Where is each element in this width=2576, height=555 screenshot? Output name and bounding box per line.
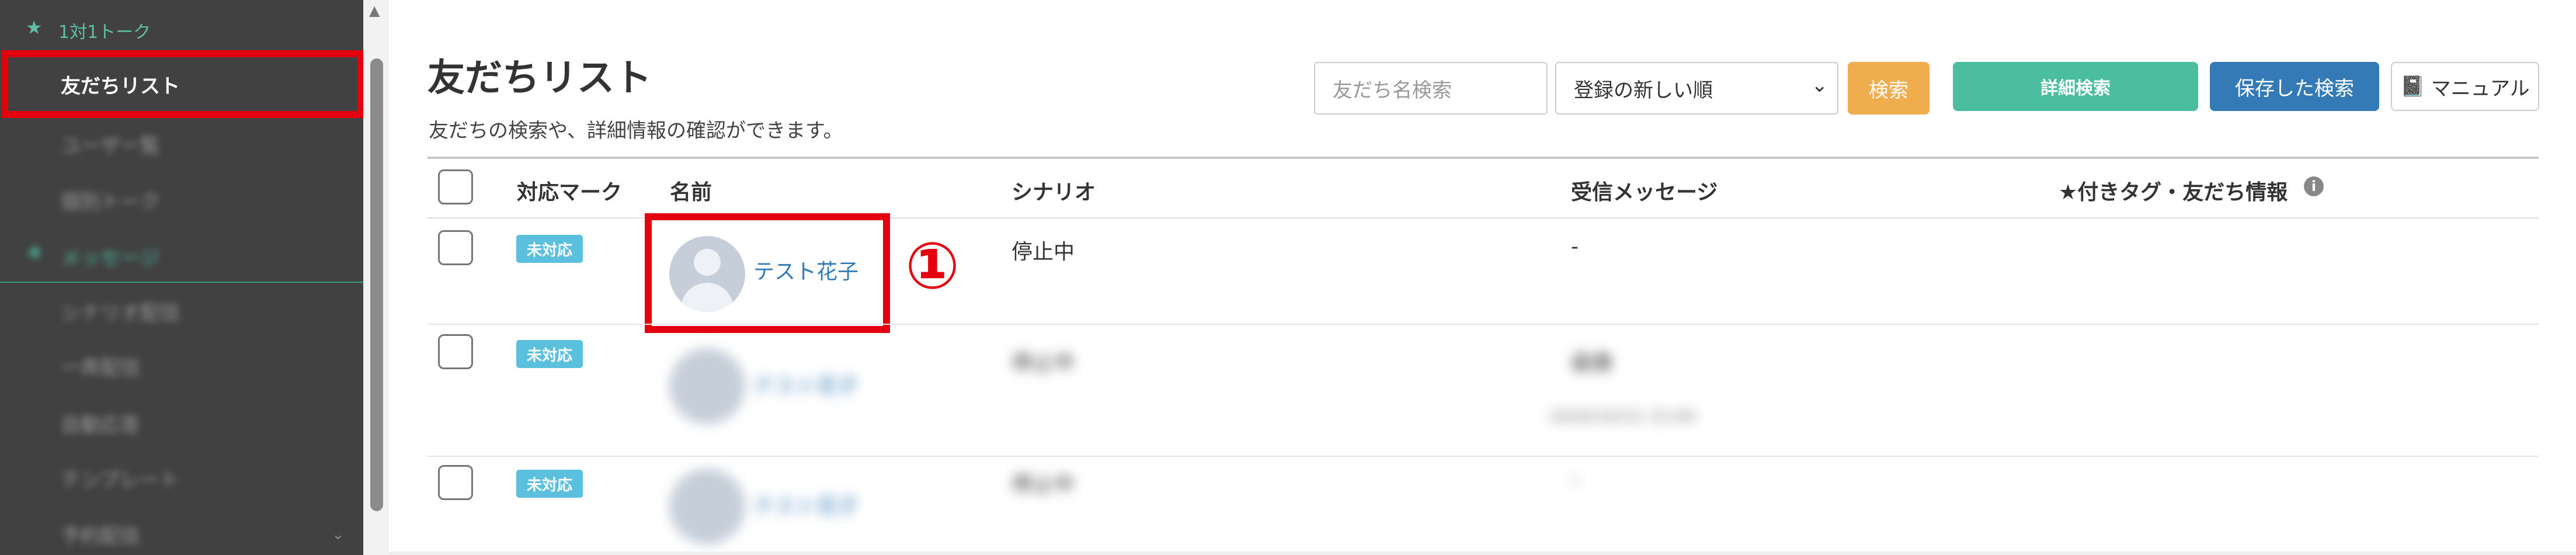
sidebar-section-title: 1対1トーク (58, 22, 151, 43)
avatar (669, 348, 745, 424)
highlight-box-name (645, 213, 890, 333)
search-button[interactable]: 検索 (1848, 62, 1930, 115)
received-message-value: - (1571, 235, 1579, 259)
sort-select-value: 登録の新しい順 (1574, 78, 1713, 102)
page-title: 友だちリスト (427, 57, 652, 100)
column-header-received-message: 受信メッセージ (1571, 181, 1718, 204)
annotation-number: ① (905, 228, 960, 303)
sidebar-item-blurred[interactable]: シナリオ配信 (61, 297, 180, 325)
row-checkbox[interactable] (438, 230, 473, 265)
info-icon[interactable]: i (2304, 176, 2324, 196)
row-checkbox[interactable] (438, 334, 473, 369)
status-badge: 未対応 (516, 470, 583, 498)
star-icon: ★ (26, 241, 44, 264)
scroll-up-icon[interactable]: ▲ (369, 2, 380, 19)
sidebar-item-blurred[interactable]: メッセージ (61, 242, 159, 270)
manual-button[interactable]: 📓 マニュアル (2391, 62, 2539, 111)
scenario-value: 停止中 (1011, 240, 1075, 264)
status-badge: 未対応 (516, 340, 583, 368)
avatar (669, 469, 745, 544)
search-input-placeholder: 友だち名検索 (1333, 78, 1452, 102)
book-icon: 📓 (2400, 75, 2425, 98)
table-top-border (427, 157, 2539, 159)
sidebar-item-blurred[interactable]: テンプレート (61, 464, 179, 492)
status-badge: 未対応 (516, 235, 583, 263)
received-message-date: 2020/10/15 15:00 (1549, 407, 1695, 426)
friend-name-link[interactable]: テスト花子 (753, 369, 858, 400)
page-bottom-edge (389, 551, 2576, 555)
advanced-search-label: 詳細検索 (2040, 78, 2111, 99)
scenario-value: 停止中 (1011, 473, 1075, 497)
row-checkbox[interactable] (438, 465, 473, 500)
select-all-checkbox[interactable] (438, 169, 473, 204)
chevron-down-icon: ⌄ (1811, 74, 1828, 97)
search-button-label: 検索 (1869, 78, 1908, 102)
saved-search-label: 保存した検索 (2235, 77, 2354, 100)
sidebar-item-blurred[interactable]: 一斉配信 (61, 352, 140, 380)
friend-name-link[interactable]: テスト花子 (753, 490, 858, 520)
received-message-value: - (1571, 467, 1579, 491)
column-header-name: 名前 (670, 181, 712, 204)
sidebar-item-blurred[interactable]: ユーザー覧 (61, 130, 159, 158)
saved-search-button[interactable]: 保存した検索 (2210, 62, 2379, 111)
received-message-value: 画像 (1571, 351, 1614, 375)
page-subtitle: 友だちの検索や、詳細情報の確認ができます。 (429, 119, 843, 143)
chevron-down-icon: ⌄ (332, 526, 345, 543)
highlight-box-sidebar (1, 50, 364, 118)
sort-select[interactable]: 登録の新しい順 ⌄ (1555, 62, 1838, 115)
table-row[interactable]: 未対応 テスト花子 停止中 画像 2020/10/15 15:00 (427, 325, 2539, 456)
star-icon: ★ (26, 16, 43, 39)
divider (0, 282, 363, 283)
column-header-response-mark: 対応マーク (517, 181, 623, 204)
manual-label: マニュアル (2431, 77, 2530, 100)
table-row[interactable]: 未対応 テスト花子 停止中 - (427, 457, 2539, 555)
column-header-starred-tags: ★付きタグ・友だち情報 (2059, 181, 2288, 204)
column-header-scenario: シナリオ (1011, 181, 1096, 204)
scrollbar-thumb[interactable] (370, 58, 383, 511)
scenario-value: 停止中 (1011, 351, 1075, 375)
sidebar-item-blurred[interactable]: 予約配信 (61, 520, 140, 549)
sidebar-item-blurred[interactable]: 個別トーク (61, 186, 160, 214)
friend-name-search-input[interactable]: 友だち名検索 (1314, 62, 1548, 115)
advanced-search-button[interactable]: 詳細検索 (1953, 62, 2198, 111)
sidebar-item-blurred[interactable]: 自動応答 (61, 409, 140, 438)
